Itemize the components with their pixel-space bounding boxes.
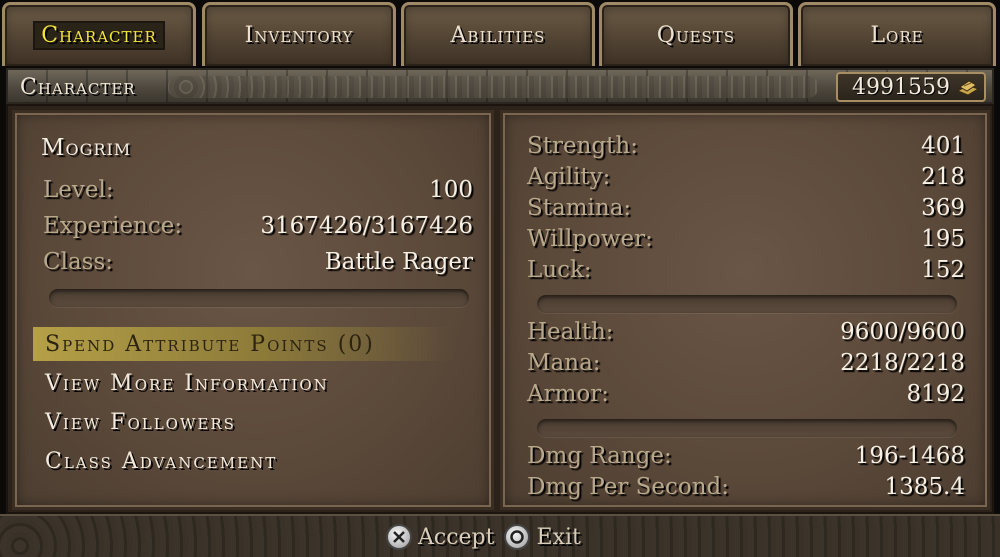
tab-label: Abilities xyxy=(450,23,546,48)
tab-label: Quests xyxy=(656,23,736,48)
attribute-value: 401 xyxy=(921,133,965,159)
stat-value: 100 xyxy=(429,177,473,203)
section-header: Character 4991559 xyxy=(6,68,994,104)
tab-label: Inventory xyxy=(244,23,354,48)
tab-abilities[interactable]: Abilities xyxy=(401,2,595,66)
tab-bar: Character Inventory Abilities Quests Lor… xyxy=(0,0,1000,68)
stat-value: Battle Rager xyxy=(324,249,473,275)
attributes-panel: Strength: 401 Agility: 218 Stamina: 369 … xyxy=(500,110,990,510)
tab-label: Character xyxy=(35,23,163,48)
menu-view-followers[interactable]: View Followers xyxy=(33,405,236,439)
gold-value: 4991559 xyxy=(852,74,950,100)
page-title: Character xyxy=(20,75,136,100)
vital-label: Health: xyxy=(527,319,614,345)
tab-label: Lore xyxy=(870,23,924,48)
gold-pile-icon xyxy=(956,77,980,97)
divider xyxy=(49,289,469,307)
vital-value: 8192 xyxy=(906,381,965,407)
attribute-label: Luck: xyxy=(527,257,592,283)
attribute-label: Willpower: xyxy=(527,226,653,252)
attribute-value: 218 xyxy=(921,164,965,190)
stat-label: Class: xyxy=(43,249,114,275)
vital-value: 2218/2218 xyxy=(840,350,965,376)
button-hint-bar: Accept Exit xyxy=(0,514,1000,557)
damage-label: Dmg Per Second: xyxy=(527,474,730,500)
stat-label: Experience: xyxy=(43,213,183,239)
damage-value: 1385.4 xyxy=(884,474,965,500)
attribute-value: 195 xyxy=(921,226,965,252)
tab-quests[interactable]: Quests xyxy=(599,2,793,66)
exit-hint: Exit xyxy=(536,524,581,550)
menu-view-more-information[interactable]: View More Information xyxy=(33,366,329,400)
tab-inventory[interactable]: Inventory xyxy=(202,2,396,66)
character-sheet: Mogrim Level: 100 Experience: 3167426/31… xyxy=(6,104,994,514)
tab-lore[interactable]: Lore xyxy=(798,2,996,66)
divider xyxy=(537,295,957,313)
menu-spend-attribute-points[interactable]: Spend Attribute Points (0) xyxy=(33,327,453,361)
stat-value: 3167426/3167426 xyxy=(260,213,473,239)
vital-value: 9600/9600 xyxy=(840,319,965,345)
gold-counter: 4991559 xyxy=(836,72,986,102)
tab-character[interactable]: Character xyxy=(2,2,196,66)
attribute-value: 369 xyxy=(921,195,965,221)
stat-label: Level: xyxy=(43,177,114,203)
damage-label: Dmg Range: xyxy=(527,443,672,469)
attribute-label: Agility: xyxy=(527,164,611,190)
damage-value: 196-1468 xyxy=(854,443,965,469)
attribute-label: Strength: xyxy=(527,133,638,159)
cross-button-icon[interactable] xyxy=(386,524,412,550)
vital-label: Mana: xyxy=(527,350,601,376)
character-name: Mogrim xyxy=(41,135,132,161)
header-ornament xyxy=(168,76,818,98)
attribute-value: 152 xyxy=(921,257,965,283)
character-summary-panel: Mogrim Level: 100 Experience: 3167426/31… xyxy=(12,110,494,510)
button-hints: Accept Exit xyxy=(386,524,591,550)
vital-label: Armor: xyxy=(527,381,610,407)
divider xyxy=(537,419,957,437)
menu-class-advancement[interactable]: Class Advancement xyxy=(33,444,277,478)
circle-button-icon[interactable] xyxy=(504,524,531,550)
accept-hint: Accept xyxy=(418,524,495,550)
attribute-label: Stamina: xyxy=(527,195,632,221)
